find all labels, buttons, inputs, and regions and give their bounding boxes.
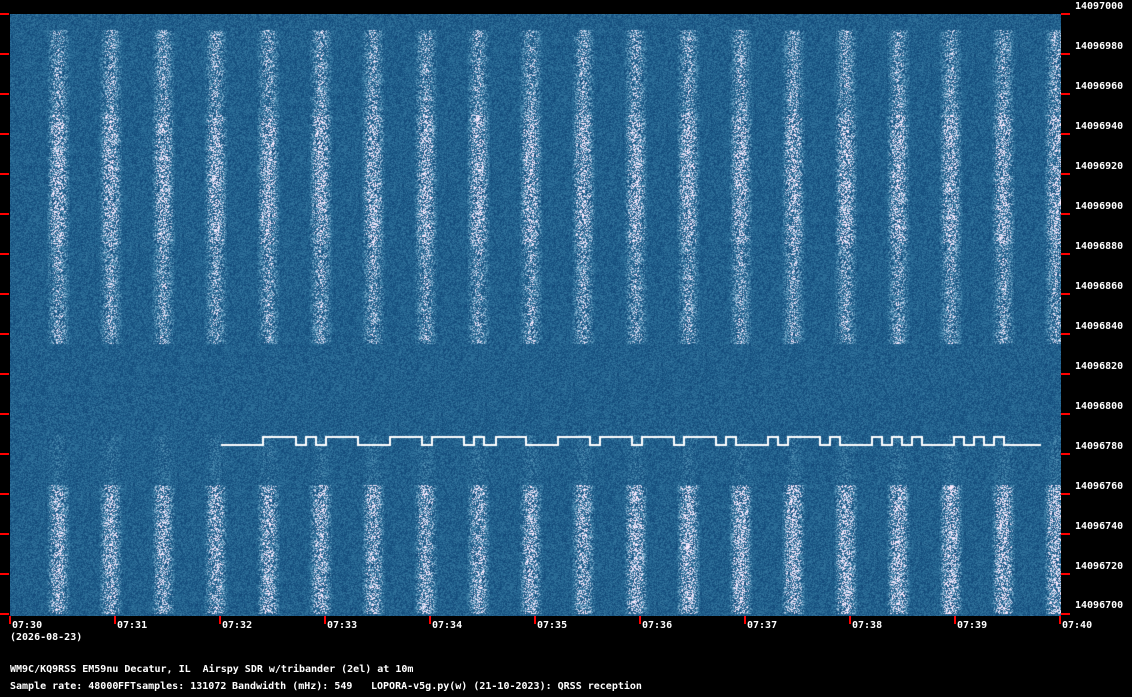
axis-ticks — [0, 13, 1070, 624]
x-tick-label: 07:30 — [12, 620, 43, 631]
y-tick-label: 14097000 — [1075, 1, 1124, 12]
y-tick-label: 14096720 — [1075, 561, 1124, 572]
x-tick-label: 07:38 — [852, 620, 883, 631]
y-tick-label: 14096780 — [1075, 441, 1124, 452]
bandwidth: Bandwidth (mHz): 549 — [232, 681, 353, 692]
y-tick-label: 14096920 — [1075, 161, 1124, 172]
x-tick-label: 07:34 — [432, 620, 463, 631]
y-tick-label: 14096700 — [1075, 600, 1124, 611]
fft-samples: FFTsamples: 131072 — [118, 681, 227, 692]
date-label: (2026-08-23) — [10, 632, 83, 643]
y-tick-label: 14096940 — [1075, 121, 1124, 132]
sample-rate: Sample rate: 48000 — [10, 681, 119, 692]
y-tick-label: 14096820 — [1075, 361, 1124, 372]
x-tick-label: 07:40 — [1062, 620, 1093, 631]
y-tick-label: 14096800 — [1075, 401, 1124, 412]
station-info: WM9C/KQ9RSS EM59nu Decatur, IL Airspy SD… — [10, 664, 414, 675]
software-info: LOPORA-v5g.py(w) (21-10-2023): QRSS rece… — [371, 681, 642, 692]
x-tick-label: 07:36 — [642, 620, 673, 631]
x-tick-label: 07:32 — [222, 620, 253, 631]
y-tick-label: 14096740 — [1075, 521, 1124, 532]
y-tick-label: 14096980 — [1075, 41, 1124, 52]
y-tick-label: 14096880 — [1075, 241, 1124, 252]
y-tick-label: 14096760 — [1075, 481, 1124, 492]
x-tick-label: 07:37 — [747, 620, 778, 631]
x-tick-label: 07:33 — [327, 620, 358, 631]
y-tick-label: 14096840 — [1075, 321, 1124, 332]
x-tick-label: 07:31 — [117, 620, 148, 631]
x-tick-label: 07:35 — [537, 620, 568, 631]
x-tick-label: 07:39 — [957, 620, 988, 631]
y-tick-label: 14096960 — [1075, 81, 1124, 92]
y-tick-label: 14096900 — [1075, 201, 1124, 212]
y-tick-label: 14096860 — [1075, 281, 1124, 292]
